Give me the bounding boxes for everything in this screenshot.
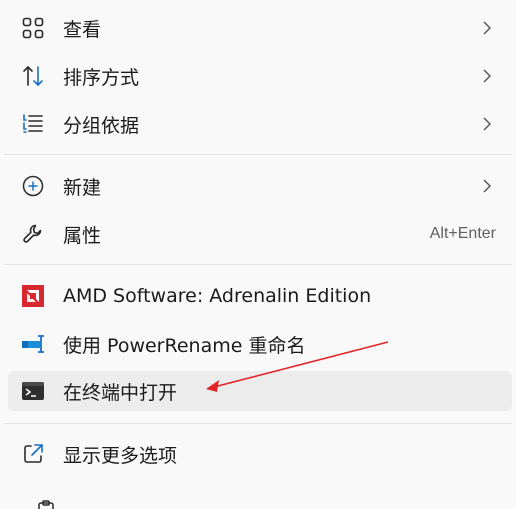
menu-item-label: 在终端中打开: [63, 381, 178, 404]
menu-item-label: 排序方式: [63, 66, 140, 89]
menu-item-label: 查看: [63, 18, 102, 41]
new-plus-icon: [20, 173, 46, 199]
menu-item-label: 分组依据: [63, 114, 140, 137]
terminal-icon: [20, 378, 46, 404]
menu-item-view[interactable]: 查看: [8, 8, 512, 48]
chevron-right-icon: [480, 177, 494, 195]
context-menu: 查看 排序方式 分组依据 新建 属性 Alt+Enter AMD Softwar…: [0, 0, 516, 509]
menu-item-show-more-options[interactable]: 显示更多选项: [8, 434, 512, 474]
menu-separator: [4, 264, 512, 265]
menu-item-label: 显示更多选项: [63, 444, 178, 467]
menu-item-label: 新建: [63, 176, 102, 199]
menu-item-amd-software[interactable]: AMD Software: Adrenalin Edition: [8, 276, 512, 316]
clipboard-icon: [36, 500, 56, 509]
menu-item-properties[interactable]: 属性 Alt+Enter: [8, 214, 512, 254]
share-open-icon: [20, 441, 46, 467]
powerrename-icon: [20, 331, 46, 357]
menu-item-powerrename[interactable]: 使用 PowerRename 重命名: [8, 324, 512, 364]
chevron-right-icon: [480, 19, 494, 37]
shortcut-text: Alt+Enter: [429, 225, 496, 242]
menu-item-new[interactable]: 新建: [8, 166, 512, 206]
menu-item-sort[interactable]: 排序方式: [8, 56, 512, 96]
chevron-right-icon: [480, 67, 494, 85]
sort-icon: [20, 63, 46, 89]
menu-item-group-by[interactable]: 分组依据: [8, 104, 512, 144]
amd-logo-icon: [20, 283, 46, 309]
group-list-icon: [20, 111, 46, 137]
wrench-icon: [20, 221, 46, 247]
menu-separator: [4, 154, 512, 155]
view-grid-icon: [20, 15, 46, 41]
menu-item-open-in-terminal[interactable]: 在终端中打开: [8, 371, 512, 411]
menu-item-label: 使用 PowerRename 重命名: [63, 334, 306, 357]
chevron-right-icon: [480, 115, 494, 133]
menu-separator: [4, 423, 512, 424]
menu-item-label: AMD Software: Adrenalin Edition: [63, 285, 372, 307]
menu-item-label: 属性: [63, 224, 102, 247]
